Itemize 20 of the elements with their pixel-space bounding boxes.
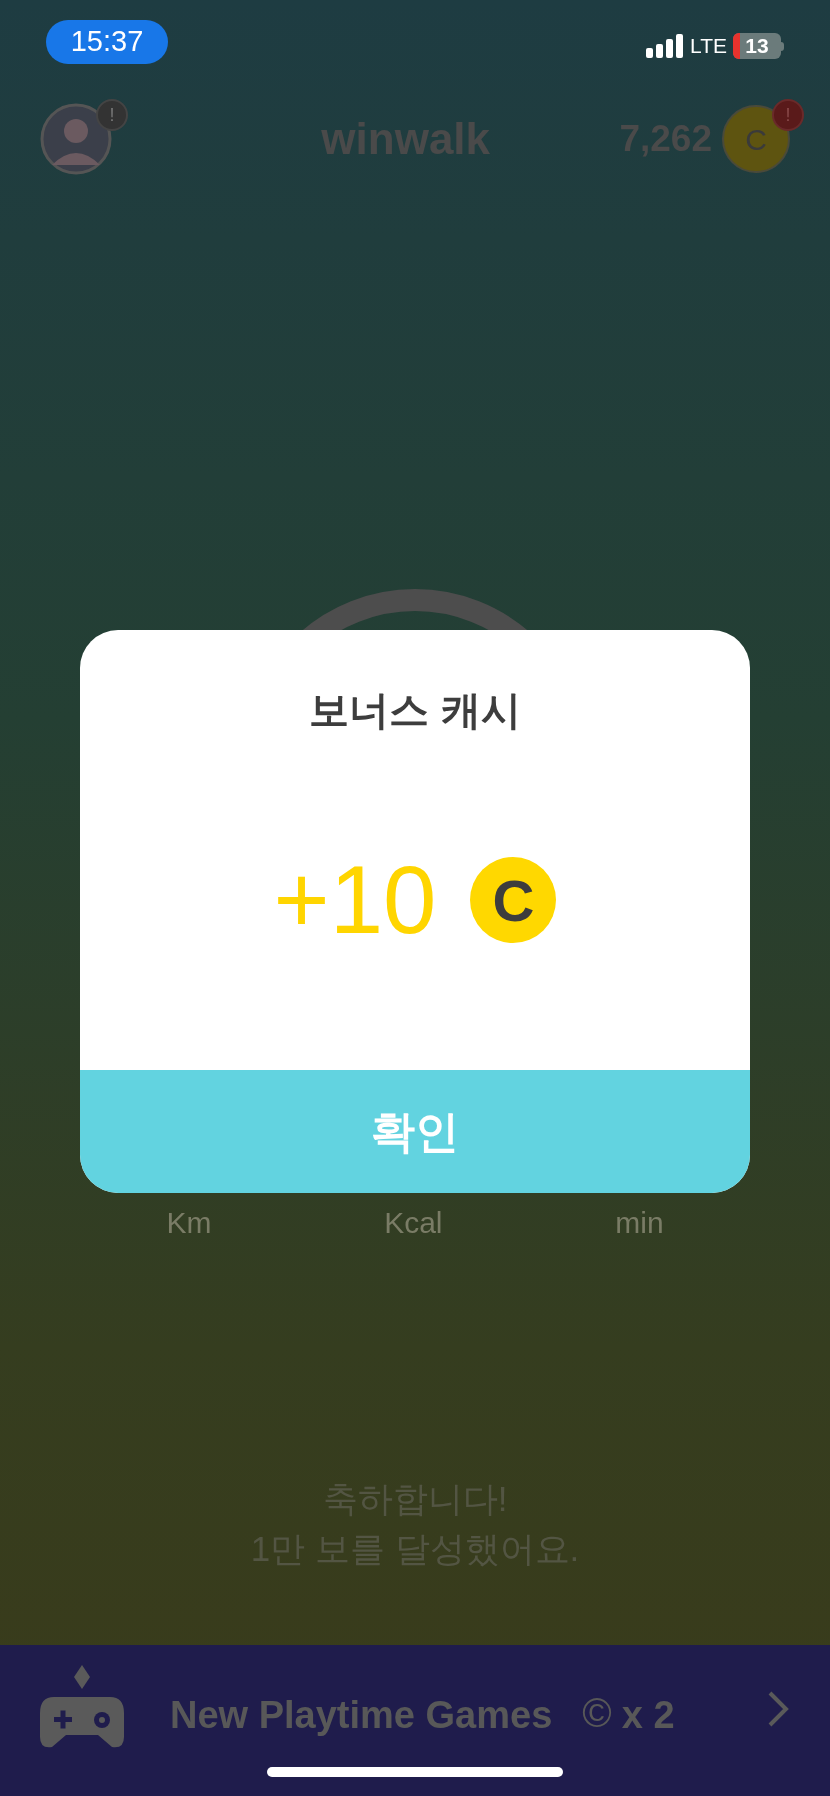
dialog-title: 보너스 캐시 bbox=[308, 687, 522, 734]
unit-label: Kcal bbox=[384, 1205, 443, 1241]
battery-indicator: 13 bbox=[733, 33, 784, 59]
chevron-right-icon[interactable] bbox=[766, 1689, 790, 1729]
unit-label: min bbox=[615, 1205, 664, 1241]
gamepad-icon bbox=[40, 1665, 124, 1749]
reward-amount: +10 bbox=[273, 852, 437, 948]
banner-coin-symbol: © bbox=[582, 1690, 612, 1737]
games-banner[interactable]: New Playtime Games © x 2 bbox=[0, 1645, 830, 1796]
unit-label: Km bbox=[166, 1205, 212, 1241]
avatar-icon[interactable] bbox=[40, 103, 112, 175]
network-label: LTE bbox=[690, 33, 727, 60]
status-time: 15:37 bbox=[46, 20, 168, 64]
confirm-button[interactable]: 확인 bbox=[80, 1070, 750, 1193]
coin-icon: C bbox=[470, 857, 557, 943]
banner-multiplier: x 2 bbox=[621, 1693, 675, 1738]
banner-title: New Playtime Games bbox=[170, 1693, 553, 1738]
alert-badge: ! bbox=[772, 99, 804, 131]
signal-icon bbox=[646, 34, 685, 58]
alert-badge: ! bbox=[96, 99, 128, 131]
